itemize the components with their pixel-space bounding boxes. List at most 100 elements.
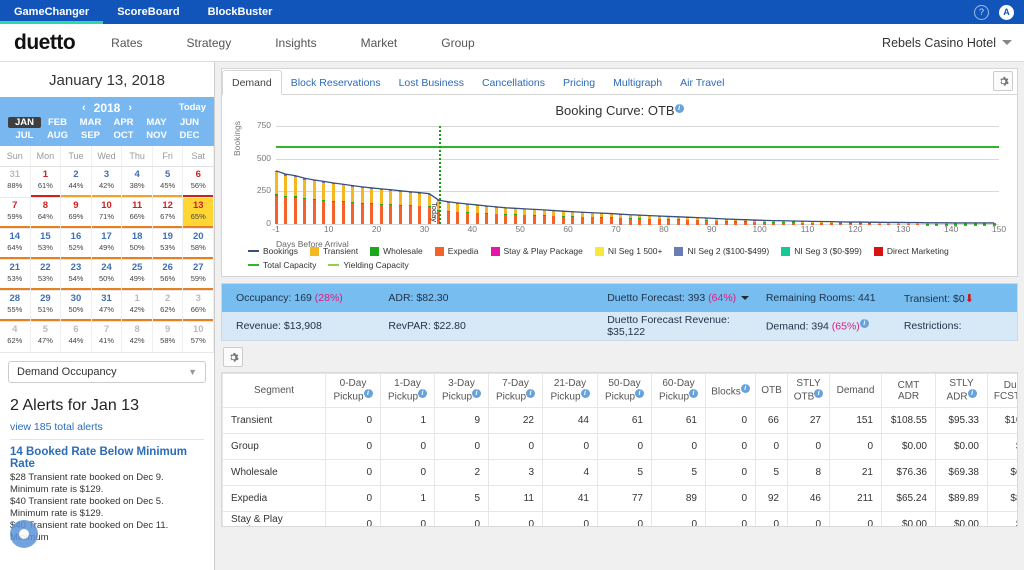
calendar-day-cell[interactable]: 9 69% xyxy=(61,198,92,228)
nav-item-rates[interactable]: Rates xyxy=(89,36,164,50)
calendar-month-aug[interactable]: AUG xyxy=(41,130,74,141)
legend-item[interactable]: NI Seg 1 500+ xyxy=(594,246,662,256)
legend-item[interactable]: Yielding Capacity xyxy=(328,260,409,270)
table-header-21-day-pickup[interactable]: 21-Day Pickup i xyxy=(542,373,598,408)
table-header-stly-adr[interactable]: STLY ADR i xyxy=(935,373,988,408)
calendar-day-cell[interactable]: 3 42% xyxy=(91,167,123,197)
calendar-month-sep[interactable]: SEP xyxy=(74,130,107,141)
table-header-demand[interactable]: Demand xyxy=(829,373,882,408)
table-header-3-day-pickup[interactable]: 3-Day Pickup i xyxy=(434,373,489,408)
calendar-day-cell[interactable]: 17 49% xyxy=(91,229,123,259)
gear-icon[interactable] xyxy=(993,71,1013,91)
calendar-day-cell[interactable]: 15 53% xyxy=(30,229,62,259)
calendar-month-jun[interactable]: JUN xyxy=(173,117,206,128)
table-header-blocks[interactable]: Blocks i xyxy=(705,373,756,408)
legend-item[interactable]: NI Seg 2 ($100-$499) xyxy=(674,246,769,256)
brand-logo[interactable]: duetto xyxy=(0,31,89,55)
metric-select[interactable]: Demand Occupancy ▼ xyxy=(8,361,206,383)
calendar-day-cell[interactable]: 5 47% xyxy=(30,322,62,352)
tab-block-reservations[interactable]: Block Reservations xyxy=(282,71,390,94)
info-icon[interactable]: i xyxy=(526,389,535,399)
calendar-day-cell[interactable]: 25 49% xyxy=(122,260,153,290)
legend-item[interactable]: Wholesale xyxy=(370,246,423,256)
gear-icon[interactable] xyxy=(223,347,243,367)
calendar-day-cell[interactable]: 8 42% xyxy=(122,322,153,352)
calendar-day-cell[interactable]: 21 53% xyxy=(0,260,31,290)
calendar-day-cell[interactable]: 10 57% xyxy=(183,322,215,352)
nav-item-group[interactable]: Group xyxy=(419,36,496,50)
appbar-tab-blockbuster[interactable]: BlockBuster xyxy=(194,0,287,24)
info-icon[interactable]: i xyxy=(418,389,427,399)
table-header-otb[interactable]: OTB xyxy=(755,373,788,408)
calendar-day-cell[interactable]: 9 58% xyxy=(152,322,184,352)
calendar-month-jul[interactable]: JUL xyxy=(8,130,41,141)
calendar-month-jan[interactable]: JAN xyxy=(8,117,41,128)
tab-lost-business[interactable]: Lost Business xyxy=(390,71,473,94)
calendar-day-cell[interactable]: 4 38% xyxy=(122,167,153,197)
info-icon[interactable]: i xyxy=(363,389,373,399)
legend-item[interactable]: Stay & Play Package xyxy=(490,246,583,256)
calendar-day-cell[interactable]: 31 88% xyxy=(0,167,31,197)
calendar-day-cell[interactable]: 20 58% xyxy=(183,229,215,259)
calendar-month-nov[interactable]: NOV xyxy=(140,130,173,141)
tab-air-travel[interactable]: Air Travel xyxy=(671,71,733,94)
calendar-day-cell[interactable]: 5 45% xyxy=(152,167,184,197)
legend-item[interactable]: NI Seg 3 ($0-$99) xyxy=(781,246,862,256)
calendar-day-cell[interactable]: 22 53% xyxy=(30,260,62,290)
info-icon[interactable]: i xyxy=(967,389,977,399)
calendar-day-cell[interactable]: 1 61% xyxy=(30,167,62,197)
calendar-day-cell[interactable]: 2 62% xyxy=(152,291,184,321)
legend-item[interactable]: Expedia xyxy=(434,246,479,256)
calendar-month-oct[interactable]: OCT xyxy=(107,130,140,141)
table-row[interactable]: Stay & Play Package00000000000$0.00$0.00… xyxy=(222,511,1017,526)
calendar-day-cell[interactable]: 10 71% xyxy=(91,198,123,228)
calendar-day-cell[interactable]: 28 55% xyxy=(0,291,31,321)
calendar-month-apr[interactable]: APR xyxy=(107,117,140,128)
calendar-day-cell[interactable]: 7 59% xyxy=(0,198,31,228)
calendar-day-cell[interactable]: 2 44% xyxy=(61,167,92,197)
table-header-cmt-adr[interactable]: CMT ADR xyxy=(881,373,936,408)
appbar-tab-scoreboard[interactable]: ScoreBoard xyxy=(103,0,193,24)
calendar-day-cell[interactable]: 19 53% xyxy=(152,229,184,259)
prev-year-button[interactable]: ‹ xyxy=(74,102,94,114)
calendar-month-mar[interactable]: MAR xyxy=(74,117,107,128)
table-header-7-day-pickup[interactable]: 7-Day Pickup i xyxy=(488,373,543,408)
table-header-duetto-fcst-adr[interactable]: DuettoFCST ADR xyxy=(987,373,1017,408)
calendar-month-feb[interactable]: FEB xyxy=(41,117,74,128)
table-row[interactable]: Expedia0151141778909246211$65.24$89.89$8… xyxy=(222,485,1017,512)
calendar-day-cell[interactable]: 27 59% xyxy=(183,260,215,290)
table-row[interactable]: Transient 0 1 9 22 44 61 61 0 66 27 151 $108.55 $95.3… xyxy=(222,407,1017,434)
today-button[interactable]: Today xyxy=(179,102,206,113)
calendar-day-cell[interactable]: 26 56% xyxy=(152,260,184,290)
table-row[interactable]: Wholesale002345505821$76.36$69.38$62.57 xyxy=(222,459,1017,486)
calendar-day-cell[interactable]: 29 51% xyxy=(30,291,62,321)
table-header-50-day-pickup[interactable]: 50-Day Pickup i xyxy=(597,373,652,408)
info-icon[interactable]: i xyxy=(740,383,750,393)
calendar-day-cell[interactable]: 14 64% xyxy=(0,229,31,259)
calendar-day-cell[interactable]: 6 44% xyxy=(61,322,92,352)
calendar-day-cell[interactable]: 23 54% xyxy=(61,260,92,290)
calendar-day-cell[interactable]: 4 62% xyxy=(0,322,31,352)
info-icon[interactable]: i xyxy=(472,389,481,399)
tab-multigraph[interactable]: Multigraph xyxy=(604,71,671,94)
calendar-day-cell[interactable]: 6 56% xyxy=(183,167,215,197)
info-icon[interactable]: i xyxy=(580,389,590,399)
calendar-day-cell[interactable]: 8 64% xyxy=(30,198,62,228)
alert-title[interactable]: 14 Booked Rate Below Minimum Rate xyxy=(10,440,204,472)
info-icon[interactable]: i xyxy=(635,389,644,399)
help-icon[interactable]: ? xyxy=(974,4,989,20)
chevron-down-icon[interactable] xyxy=(741,296,750,301)
nav-item-market[interactable]: Market xyxy=(339,36,420,50)
calendar-day-cell[interactable]: 13 65% xyxy=(183,198,215,228)
tab-cancellations[interactable]: Cancellations xyxy=(473,71,554,94)
calendar-day-cell[interactable]: 11 66% xyxy=(122,198,153,228)
calendar-month-dec[interactable]: DEC xyxy=(173,130,206,141)
calendar-day-cell[interactable]: 12 67% xyxy=(152,198,184,228)
calendar-day-cell[interactable]: 7 41% xyxy=(91,322,123,352)
table-header-1-day-pickup[interactable]: 1-Day Pickup i xyxy=(380,373,435,408)
table-header-60-day-pickup[interactable]: 60-Day Pickup i xyxy=(651,373,706,408)
calendar-day-cell[interactable]: 3 66% xyxy=(183,291,215,321)
calendar-day-cell[interactable]: 1 42% xyxy=(122,291,153,321)
property-selector[interactable]: Rebels Casino Hotel xyxy=(882,36,1024,50)
view-all-alerts-link[interactable]: view 185 total alerts xyxy=(10,421,204,440)
